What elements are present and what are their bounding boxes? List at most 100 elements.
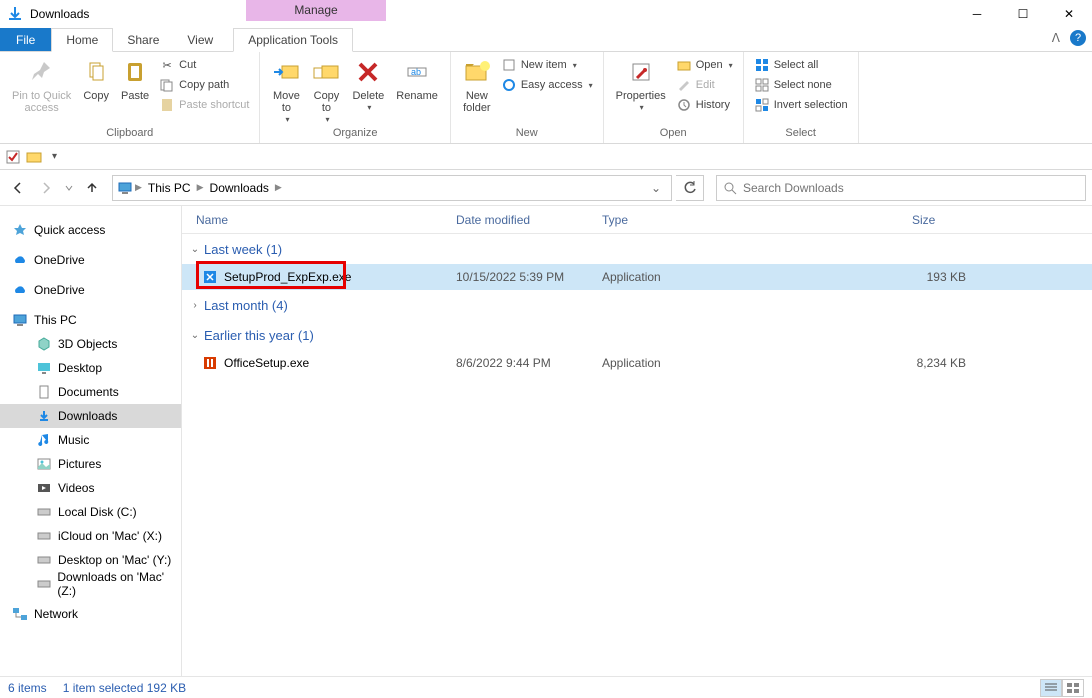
copy-button[interactable]: Copy	[77, 54, 115, 104]
nav-desktop[interactable]: Desktop	[0, 356, 181, 380]
file-type-cell: Application	[588, 270, 898, 284]
tiles-view-button[interactable]	[1062, 679, 1084, 697]
pictures-icon	[36, 456, 52, 472]
open-icon	[676, 57, 692, 73]
rename-button[interactable]: ab Rename	[390, 54, 444, 104]
maximize-button[interactable]: ☐	[1000, 0, 1046, 28]
tab-home[interactable]: Home	[51, 28, 113, 52]
back-button[interactable]	[6, 176, 30, 200]
window-title: Downloads	[30, 7, 89, 21]
history-button[interactable]: History	[672, 96, 737, 114]
collapse-ribbon-icon[interactable]: ᐱ	[1052, 31, 1060, 45]
column-name[interactable]: Name	[182, 213, 442, 227]
properties-button[interactable]: Properties▾	[610, 54, 672, 115]
close-button[interactable]: ✕	[1046, 0, 1092, 28]
nav-onedrive-1[interactable]: OneDrive	[0, 248, 181, 272]
tab-file[interactable]: File	[0, 28, 51, 51]
nav-quick-access[interactable]: Quick access	[0, 218, 181, 242]
nav-onedrive-2[interactable]: OneDrive	[0, 278, 181, 302]
copy-to-button[interactable]: Copy to▾	[306, 54, 346, 127]
tab-share[interactable]: Share	[113, 28, 173, 51]
edit-button[interactable]: Edit	[672, 76, 737, 94]
column-headers[interactable]: Name Date modified Type Size	[182, 206, 1092, 234]
history-icon	[676, 97, 692, 113]
ribbon: Pin to Quick access Copy Paste ✂Cut Copy…	[0, 52, 1092, 144]
select-none-button[interactable]: Select none	[750, 76, 852, 94]
easy-access-icon	[501, 77, 517, 93]
titlebar: Downloads Manage ─ ☐ ✕	[0, 0, 1092, 28]
up-button[interactable]	[80, 176, 104, 200]
chevron-right-icon[interactable]: ▶	[273, 182, 284, 193]
chevron-right-icon[interactable]: ▶	[133, 182, 144, 193]
desktopmac-icon	[36, 552, 52, 568]
file-date-cell: 8/6/2022 9:44 PM	[442, 356, 588, 370]
nav-downloads[interactable]: Downloads	[0, 404, 181, 428]
qat-overflow-icon[interactable]: ▾	[52, 151, 57, 162]
recent-locations-button[interactable]	[62, 176, 76, 200]
edit-icon	[676, 77, 692, 93]
breadcrumb[interactable]: ▶ This PC ▶ Downloads ▶ ⌄	[112, 175, 672, 201]
details-view-button[interactable]	[1040, 679, 1062, 697]
group-header[interactable]: ⌄Earlier this year (1)	[182, 320, 1092, 350]
downloads-icon	[36, 408, 52, 424]
navigation-pane[interactable]: Quick access OneDrive OneDrive This PC 3…	[0, 206, 182, 676]
search-input[interactable]	[743, 181, 1079, 195]
file-size-cell: 8,234 KB	[898, 356, 966, 370]
breadcrumb-dropdown-icon[interactable]: ⌄	[645, 181, 667, 195]
copy-path-button[interactable]: Copy path	[155, 76, 253, 94]
minimize-button[interactable]: ─	[954, 0, 1000, 28]
cloud-icon	[12, 252, 28, 268]
breadcrumb-this-pc[interactable]: This PC	[144, 181, 195, 195]
file-list[interactable]: ⌄Last week (1)SetupProd_ExpExp.exe10/15/…	[182, 234, 1092, 676]
search-box[interactable]	[716, 175, 1086, 201]
column-size[interactable]: Size	[898, 213, 1092, 227]
checkbox-icon[interactable]	[6, 150, 20, 164]
pin-to-quick-access-button[interactable]: Pin to Quick access	[6, 54, 77, 116]
breadcrumb-downloads[interactable]: Downloads	[206, 181, 273, 195]
forward-button[interactable]	[34, 176, 58, 200]
group-header[interactable]: ⌄Last week (1)	[182, 234, 1092, 264]
nav-desktopmac[interactable]: Desktop on 'Mac' (Y:)	[0, 548, 181, 572]
new-folder-button[interactable]: New folder	[457, 54, 497, 116]
chevron-right-icon[interactable]: ▶	[195, 182, 206, 193]
quick-access-toolbar-secondary: ▾	[0, 144, 1092, 170]
refresh-button[interactable]	[676, 175, 704, 201]
copy-path-icon	[159, 77, 175, 93]
move-to-button[interactable]: Move to▾	[266, 54, 306, 127]
ribbon-group-organize: Move to▾ Copy to▾ Delete▾ ab Rename Orga…	[260, 52, 450, 143]
nav-music[interactable]: Music	[0, 428, 181, 452]
nav-localdisk[interactable]: Local Disk (C:)	[0, 500, 181, 524]
column-date[interactable]: Date modified	[442, 213, 588, 227]
invert-selection-button[interactable]: Invert selection	[750, 96, 852, 114]
nav-videos[interactable]: Videos	[0, 476, 181, 500]
paste-shortcut-button[interactable]: Paste shortcut	[155, 96, 253, 114]
tab-application-tools[interactable]: Application Tools	[233, 28, 353, 52]
nav-downloadsmac[interactable]: Downloads on 'Mac' (Z:)	[0, 572, 181, 596]
nav-icloud[interactable]: iCloud on 'Mac' (X:)	[0, 524, 181, 548]
paste-button[interactable]: Paste	[115, 54, 155, 104]
nav-documents[interactable]: Documents	[0, 380, 181, 404]
nav-3dobjects[interactable]: 3D Objects	[0, 332, 181, 356]
select-all-button[interactable]: Select all	[750, 56, 852, 74]
group-header[interactable]: ›Last month (4)	[182, 290, 1092, 320]
help-icon[interactable]: ?	[1070, 30, 1086, 46]
easy-access-button[interactable]: Easy access▾	[497, 76, 597, 94]
open-button[interactable]: Open▾	[672, 56, 737, 74]
new-item-button[interactable]: New item▾	[497, 56, 597, 74]
delete-button[interactable]: Delete▾	[346, 54, 390, 115]
file-row[interactable]: OfficeSetup.exe8/6/2022 9:44 PMApplicati…	[182, 350, 1092, 376]
documents-icon	[36, 384, 52, 400]
cut-button[interactable]: ✂Cut	[155, 56, 253, 74]
file-row[interactable]: SetupProd_ExpExp.exe10/15/2022 5:39 PMAp…	[182, 264, 1092, 290]
context-tab-manage[interactable]: Manage	[246, 0, 386, 21]
file-name-cell: SetupProd_ExpExp.exe	[182, 269, 442, 285]
file-type-cell: Application	[588, 356, 898, 370]
column-type[interactable]: Type	[588, 213, 898, 227]
nav-network[interactable]: Network	[0, 602, 181, 626]
chevron-down-icon: ⌄	[190, 244, 200, 255]
paste-icon	[123, 56, 147, 88]
nav-this-pc[interactable]: This PC	[0, 308, 181, 332]
folder-small-icon[interactable]	[26, 150, 42, 164]
nav-pictures[interactable]: Pictures	[0, 452, 181, 476]
tab-view[interactable]: View	[173, 28, 227, 51]
